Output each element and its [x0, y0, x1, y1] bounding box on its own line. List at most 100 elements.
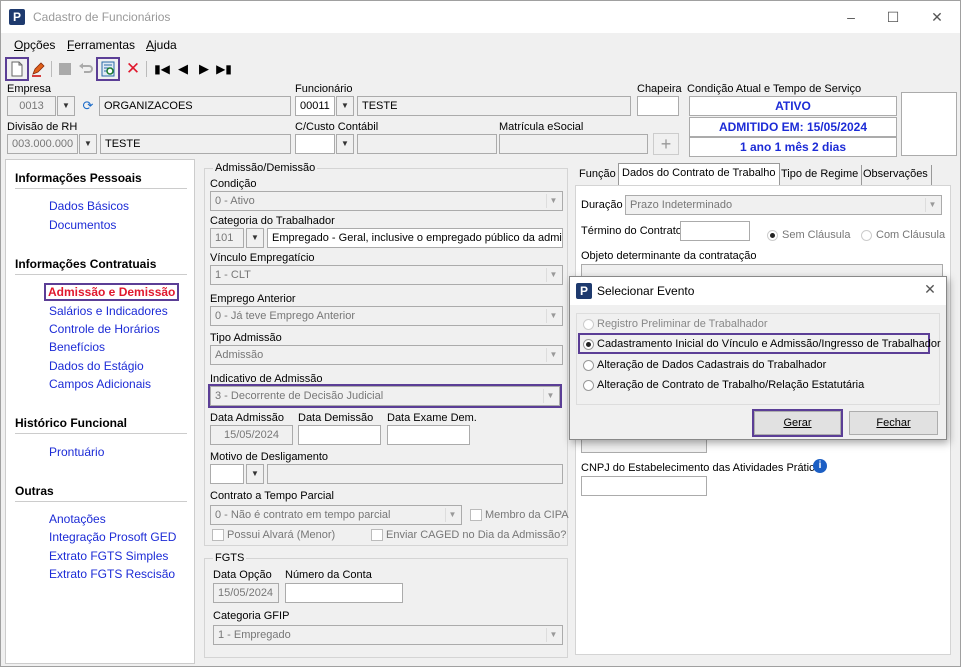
cipa-checkbox[interactable]: [470, 509, 482, 521]
nav-dados-estagio[interactable]: Dados do Estágio: [49, 359, 144, 373]
next-record-button[interactable]: ▶: [194, 59, 214, 79]
categoria-code-field[interactable]: 101: [210, 228, 244, 248]
motivo-dropdown-button[interactable]: ▼: [246, 464, 264, 484]
motivo-code-field[interactable]: [210, 464, 244, 484]
undo-icon: [79, 63, 93, 73]
option-registro-preliminar-radio[interactable]: [583, 319, 594, 330]
cnpj-field[interactable]: [581, 476, 707, 496]
sem-clausula-label: Sem Cláusula: [782, 229, 851, 241]
tipo-admissao-select[interactable]: Admissão ▼: [210, 345, 563, 365]
edit-button[interactable]: [28, 59, 48, 79]
categoria-dropdown-button[interactable]: ▼: [246, 228, 264, 248]
first-record-button[interactable]: ▮◀: [152, 59, 172, 79]
nav-divider: [15, 188, 187, 189]
nav-extrato-fgts-simples[interactable]: Extrato FGTS Simples: [49, 549, 168, 563]
option-registro-preliminar[interactable]: Registro Preliminar de Trabalhador: [597, 318, 768, 330]
data-opcao-field[interactable]: 15/05/2024: [213, 583, 279, 603]
data-demissao-field[interactable]: [298, 425, 381, 445]
menu-ferramentas[interactable]: Ferramentas: [67, 38, 135, 52]
maximize-button[interactable]: ☐: [883, 7, 903, 27]
new-document-button[interactable]: [5, 57, 29, 81]
empresa-dropdown-button[interactable]: ▼: [57, 96, 75, 116]
selecionar-evento-dialog: P Selecionar Evento ✕ Registro Prelimina…: [569, 276, 947, 440]
tab-funcao[interactable]: Função: [576, 165, 620, 185]
close-window-button[interactable]: ✕: [927, 7, 947, 27]
com-clausula-radio[interactable]: [861, 230, 872, 241]
tab-dados-contrato[interactable]: Dados do Contrato de Trabalho: [618, 163, 780, 185]
tab-observacoes[interactable]: Observações: [860, 165, 932, 185]
menu-opcoes[interactable]: Opções: [14, 38, 55, 52]
indicativo-select[interactable]: 3 - Decorrente de Decisão Judicial ▼: [208, 384, 562, 408]
gfip-select[interactable]: 1 - Empregado ▼: [213, 625, 563, 645]
emprego-anterior-select[interactable]: 0 - Já teve Emprego Anterior ▼: [210, 306, 563, 326]
chevron-down-icon: ▼: [341, 139, 349, 148]
minimize-button[interactable]: –: [841, 7, 861, 27]
option-alteracao-contrato[interactable]: Alteração de Contrato de Trabalho/Relaçã…: [597, 379, 864, 391]
last-record-button[interactable]: ▶▮: [214, 59, 234, 79]
nav-campos-adicionais[interactable]: Campos Adicionais: [49, 377, 151, 391]
empresa-code-field[interactable]: 0013: [7, 96, 56, 116]
nav-dados-basicos[interactable]: Dados Básicos: [49, 199, 129, 213]
data-opcao-label: Data Opção: [213, 569, 272, 581]
gerar-button[interactable]: Gerar: [752, 409, 843, 437]
esocial-event-button[interactable]: [96, 57, 120, 81]
tab-tipo-regime[interactable]: Tipo de Regime: [778, 165, 863, 185]
funcionario-code-field[interactable]: 00011: [295, 96, 335, 116]
nav-anotacoes[interactable]: Anotações: [49, 512, 106, 526]
data-admissao-label: Data Admissão: [210, 412, 284, 424]
menu-ajuda[interactable]: Ajuda: [146, 38, 177, 52]
parcial-select[interactable]: 0 - Não é contrato em tempo parcial ▼: [210, 505, 462, 525]
delete-button[interactable]: ✕: [123, 59, 143, 79]
indicativo-value: 3 - Decorrente de Decisão Judicial: [215, 390, 384, 402]
divisao-dropdown-button[interactable]: ▼: [79, 134, 97, 154]
option-alteracao-dados[interactable]: Alteração de Dados Cadastrais do Trabalh…: [597, 359, 826, 371]
nav-integracao-ged[interactable]: Integração Prosoft GED: [49, 530, 176, 544]
status-admitido: ADMITIDO EM: 15/05/2024: [689, 117, 897, 137]
funcionario-dropdown-button[interactable]: ▼: [336, 96, 354, 116]
chevron-down-icon: ▼: [546, 194, 560, 208]
option-alteracao-contrato-radio[interactable]: [583, 380, 594, 391]
divisao-code-field[interactable]: 003.000.000: [7, 134, 78, 154]
fechar-button[interactable]: Fechar: [849, 411, 938, 435]
dialog-app-icon: P: [576, 283, 592, 299]
sem-clausula-radio[interactable]: [767, 230, 778, 241]
matricula-field[interactable]: [499, 134, 648, 154]
add-matricula-button[interactable]: +: [653, 133, 679, 155]
caged-checkbox[interactable]: [371, 529, 383, 541]
nav-prontuario[interactable]: Prontuário: [49, 445, 104, 459]
undo-button[interactable]: [76, 59, 96, 79]
vinculo-select[interactable]: 1 - CLT ▼: [210, 265, 563, 285]
previous-record-button[interactable]: ◀: [173, 59, 193, 79]
nav-admissao-demissao[interactable]: Admissão e Demissão: [43, 283, 180, 301]
dialog-close-button[interactable]: ✕: [920, 279, 940, 299]
condicao-select[interactable]: 0 - Ativo ▼: [210, 191, 563, 211]
nav-controle-horarios[interactable]: Controle de Horários: [49, 322, 160, 336]
nav-documentos[interactable]: Documentos: [49, 218, 116, 232]
option-alteracao-dados-radio[interactable]: [583, 360, 594, 371]
nav-extrato-fgts-rescisao[interactable]: Extrato FGTS Rescisão: [49, 567, 175, 581]
termino-field[interactable]: [680, 221, 750, 241]
alvara-checkbox[interactable]: [212, 529, 224, 541]
com-clausula-label: Com Cláusula: [876, 229, 946, 241]
nav-salarios-indicadores[interactable]: Salários e Indicadores: [49, 304, 168, 318]
info-icon[interactable]: i: [813, 459, 827, 473]
data-admissao-field[interactable]: 15/05/2024: [210, 425, 293, 445]
custo-name-field: [357, 134, 497, 154]
chapeira-field[interactable]: [637, 96, 679, 116]
title-bar: P Cadastro de Funcionários – ☐ ✕: [1, 1, 960, 33]
nav-section-title: Informações Contratuais: [15, 257, 157, 271]
empresa-lookup-button[interactable]: ⟳: [78, 96, 98, 116]
nav-beneficios[interactable]: Benefícios: [49, 340, 105, 354]
delete-x-icon: ✕: [125, 59, 141, 78]
conta-field[interactable]: [285, 583, 403, 603]
alvara-label: Possui Alvará (Menor): [227, 529, 336, 541]
option-cadastramento-inicial-radio[interactable]: [583, 339, 594, 350]
duracao-select[interactable]: Prazo Indeterminado ▼: [625, 195, 942, 215]
empresa-label: Empresa: [7, 83, 52, 95]
custo-dropdown-button[interactable]: ▼: [336, 134, 354, 154]
option-cadastramento-inicial[interactable]: Cadastramento Inicial do Vínculo e Admis…: [597, 338, 941, 350]
dialog-body: Registro Preliminar de Trabalhador Cadas…: [570, 305, 946, 439]
custo-field[interactable]: [295, 134, 335, 154]
data-exame-field[interactable]: [387, 425, 470, 445]
save-button[interactable]: [55, 59, 75, 79]
